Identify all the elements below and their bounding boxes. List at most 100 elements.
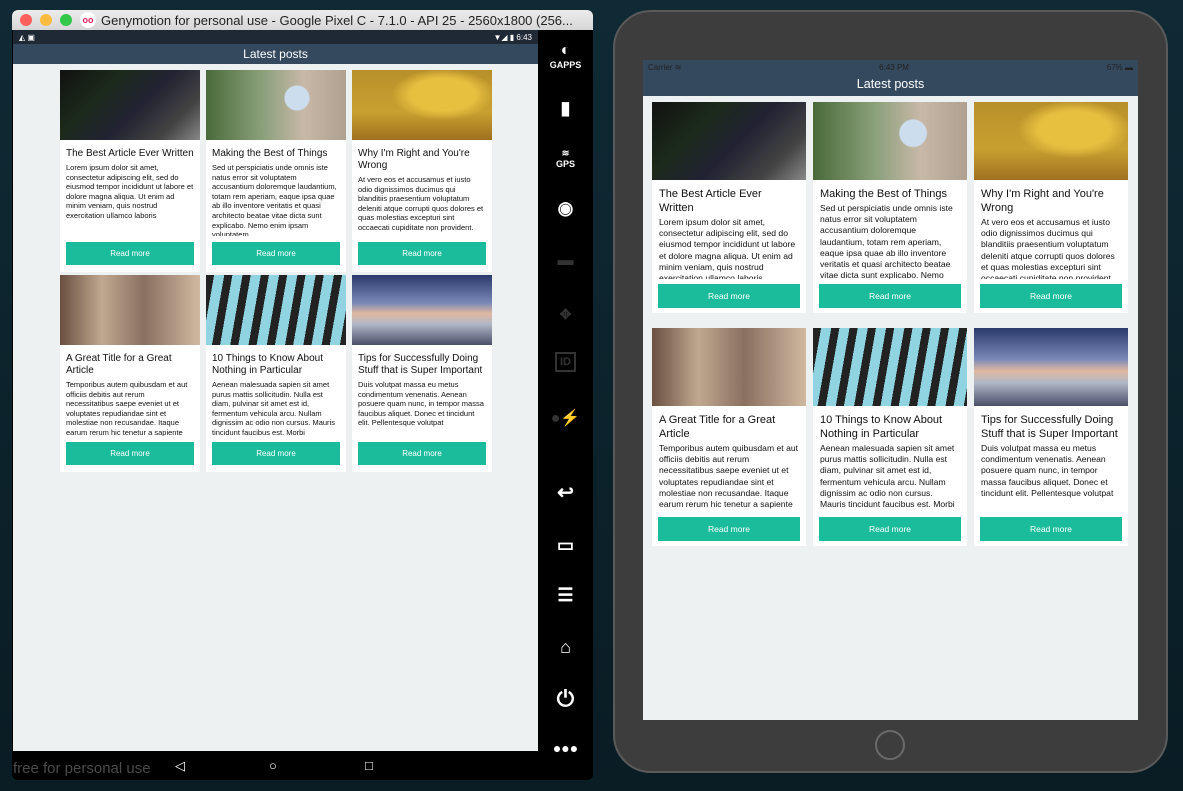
carrier: Carrier ≋	[648, 62, 682, 72]
webcam-icon[interactable]: ◉	[538, 198, 593, 219]
post-image	[352, 70, 492, 140]
post-excerpt: At vero eos et accusamus et iusto odio d…	[358, 175, 484, 232]
read-more-button[interactable]: Read more	[658, 284, 800, 308]
read-more-button[interactable]: Read more	[980, 284, 1122, 308]
read-more-button[interactable]: Read more	[819, 517, 961, 541]
capture-icon[interactable]: ▬	[538, 252, 593, 270]
nav-home-icon[interactable]: ○	[269, 758, 277, 773]
page-title: Latest posts	[643, 74, 1138, 96]
read-more-button[interactable]: Read more	[980, 517, 1122, 541]
ios-screen: Carrier ≋ 6:43 PM 67% ▬ Latest posts The…	[643, 60, 1138, 720]
more-icon[interactable]: ●●●	[538, 740, 593, 756]
post-excerpt: Aenean malesuada sapien sit amet purus m…	[212, 380, 335, 436]
window-titlebar: oo Genymotion for personal use - Google …	[12, 10, 593, 30]
post-title: Making the Best of Things	[212, 148, 328, 159]
power-icon[interactable]: ⏻	[538, 686, 593, 712]
post-title: Making the Best of Things	[820, 188, 947, 200]
recent-apps-icon[interactable]: ▭	[538, 535, 593, 556]
post-card: Why I'm Right and You're Wrong At vero e…	[352, 70, 492, 272]
ios-status-bar: Carrier ≋ 6:43 PM 67% ▬	[643, 60, 1138, 74]
read-more-button[interactable]: Read more	[212, 442, 340, 465]
post-excerpt: Temporibus autem quibusdam et aut offici…	[659, 443, 799, 510]
read-more-button[interactable]: Read more	[212, 242, 340, 265]
post-card: A Great Title for a Great Article Tempor…	[652, 328, 806, 546]
post-image	[813, 102, 967, 180]
read-more-button[interactable]: Read more	[66, 242, 194, 265]
post-card: Why I'm Right and You're Wrong At vero e…	[974, 102, 1128, 313]
read-more-button[interactable]: Read more	[66, 442, 194, 465]
post-card: Tips for Successfully Doing Stuff that i…	[352, 275, 492, 472]
nav-recents-icon[interactable]: □	[365, 758, 373, 773]
post-title: A Great Title for a Great Article	[66, 353, 172, 376]
genymotion-logo-icon: oo	[80, 12, 96, 28]
post-card: A Great Title for a Great Article Tempor…	[60, 275, 200, 472]
post-excerpt: Sed ut perspiciatis unde omnis iste natu…	[212, 163, 337, 236]
android-screen: ◭ ▣ ▼◢ ▮ 6:43 Latest posts The Best Arti…	[13, 30, 538, 751]
posts-grid-android: The Best Article Ever Written Lorem ipsu…	[60, 70, 492, 472]
post-card: 10 Things to Know About Nothing in Parti…	[206, 275, 346, 472]
battery-icon[interactable]: ▮	[538, 98, 593, 119]
post-title: Why I'm Right and You're Wrong	[981, 188, 1104, 214]
post-image	[206, 275, 346, 345]
maximize-window-button[interactable]	[60, 14, 72, 26]
read-more-button[interactable]: Read more	[819, 284, 961, 308]
post-image	[813, 328, 967, 406]
nav-back-icon[interactable]: ◁	[175, 758, 185, 774]
navigation-pad-icon[interactable]: ✥	[538, 306, 593, 323]
post-title: 10 Things to Know About Nothing in Parti…	[212, 353, 324, 376]
disk-icon[interactable]: ●⚡	[538, 408, 593, 428]
menu-icon[interactable]: ☰	[538, 585, 593, 606]
post-image	[60, 70, 200, 140]
status-time: 6:43	[516, 32, 532, 42]
id-button[interactable]: ID	[538, 352, 593, 372]
post-title: The Best Article Ever Written	[659, 188, 762, 214]
post-card: Making the Best of Things Sed ut perspic…	[813, 102, 967, 313]
home-icon[interactable]: ⌂	[538, 637, 593, 658]
post-title: Why I'm Right and You're Wrong	[358, 148, 470, 171]
post-card: The Best Article Ever Written Lorem ipsu…	[652, 102, 806, 313]
page-title: Latest posts	[13, 44, 538, 64]
post-excerpt: Lorem ipsum dolor sit amet, consectetur …	[659, 217, 796, 279]
post-title: 10 Things to Know About Nothing in Parti…	[820, 414, 943, 440]
ipad-home-button[interactable]	[875, 730, 905, 760]
genymotion-sidebar: ◐ GAPPS ▮ ≋ GPS ◉ ▬ ✥ ID ●⚡ ↩ ▭ ☰ ⌂ ⏻ ●●●	[538, 30, 593, 780]
post-image	[974, 328, 1128, 406]
post-card: 10 Things to Know About Nothing in Parti…	[813, 328, 967, 546]
gps-button[interactable]: ≋ GPS	[538, 148, 593, 169]
close-window-button[interactable]	[20, 14, 32, 26]
post-title: The Best Article Ever Written	[66, 148, 194, 159]
wifi-signal-battery-icon: ▼◢ ▮	[493, 32, 517, 42]
read-more-button[interactable]: Read more	[358, 442, 486, 465]
post-excerpt: Temporibus autem quibusdam et aut offici…	[66, 380, 188, 436]
post-image	[60, 275, 200, 345]
post-card: The Best Article Ever Written Lorem ipsu…	[60, 70, 200, 272]
read-more-button[interactable]: Read more	[358, 242, 486, 265]
post-title: Tips for Successfully Doing Stuff that i…	[981, 414, 1118, 440]
read-more-button[interactable]: Read more	[658, 517, 800, 541]
genymotion-window: oo Genymotion for personal use - Google …	[12, 10, 593, 780]
back-icon[interactable]: ↩	[538, 480, 593, 505]
post-card: Making the Best of Things Sed ut perspic…	[206, 70, 346, 272]
window-title: Genymotion for personal use - Google Pix…	[101, 12, 573, 28]
post-image	[652, 328, 806, 406]
android-status-bar: ◭ ▣ ▼◢ ▮ 6:43	[13, 30, 538, 44]
post-excerpt: At vero eos et accusamus et iusto odio d…	[981, 217, 1115, 279]
watermark: free for personal use	[13, 760, 151, 777]
post-excerpt: Duis volutpat massa eu metus condimentum…	[358, 380, 484, 428]
wifi-icon: ≋	[674, 62, 682, 72]
post-title: A Great Title for a Great Article	[659, 414, 776, 440]
post-excerpt: Lorem ipsum dolor sit amet, consectetur …	[66, 163, 194, 220]
gapps-icon: ◐	[560, 42, 571, 59]
gapps-button[interactable]: ◐ GAPPS	[538, 42, 593, 70]
ios-time: 6:43 PM	[879, 62, 909, 72]
post-card: Tips for Successfully Doing Stuff that i…	[974, 328, 1128, 546]
post-excerpt: Sed ut perspiciatis unde omnis iste natu…	[820, 203, 953, 279]
post-image	[974, 102, 1128, 180]
posts-grid-ios: The Best Article Ever Written Lorem ipsu…	[652, 102, 1128, 546]
minimize-window-button[interactable]	[40, 14, 52, 26]
post-image	[652, 102, 806, 180]
battery: 67% ▬	[1106, 62, 1133, 72]
notification-icons: ◭ ▣	[19, 32, 35, 42]
post-image	[352, 275, 492, 345]
post-excerpt: Duis volutpat massa eu metus condimentum…	[981, 443, 1114, 498]
